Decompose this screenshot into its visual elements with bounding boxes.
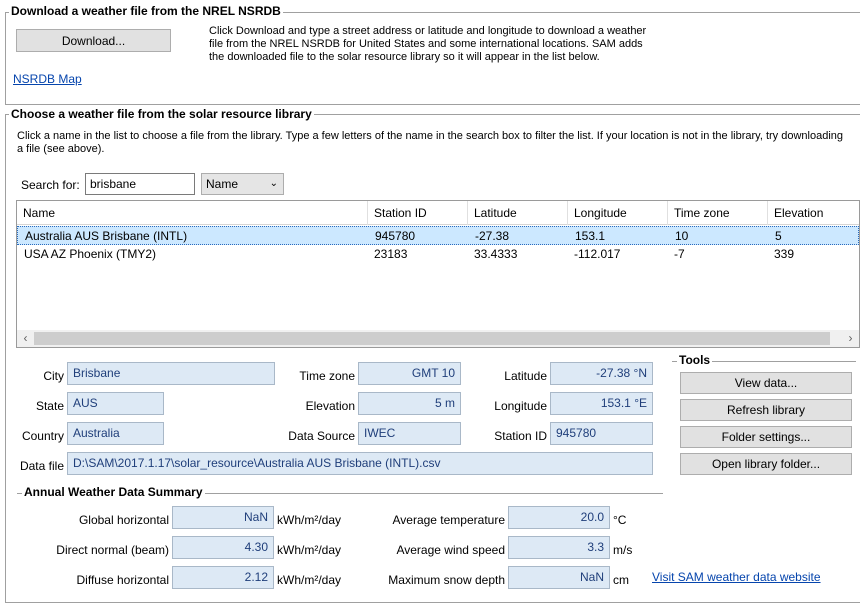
open-library-folder-button[interactable]: Open library folder... xyxy=(680,453,852,475)
scroll-right-icon[interactable]: › xyxy=(842,330,859,347)
search-input[interactable] xyxy=(85,173,195,195)
country-label: Country xyxy=(21,429,64,443)
nsrdb-group-left-border xyxy=(5,12,6,104)
nsrdb-description: Click Download and type a street address… xyxy=(209,25,647,63)
elevation-label: Elevation xyxy=(305,399,355,413)
cell-station-id: 23183 xyxy=(374,247,408,261)
nsrdb-map-link[interactable]: NSRDB Map xyxy=(13,72,82,86)
global-horizontal-field: NaN xyxy=(172,506,274,529)
city-label: City xyxy=(43,369,64,383)
search-field-value: Name xyxy=(206,177,239,191)
avg-wind-speed-field: 3.3 xyxy=(508,536,610,559)
max-snow-depth-label: Maximum snow depth xyxy=(388,573,505,587)
datafile-field: D:\SAM\2017.1.17\solar_resource\Australi… xyxy=(67,452,653,475)
cell-time-zone: -7 xyxy=(674,247,685,261)
direct-normal-unit: kWh/m²/day xyxy=(277,543,342,557)
column-header-elevation[interactable]: Elevation xyxy=(768,201,859,225)
weather-file-table[interactable]: Name Station ID Latitude Longitude Time … xyxy=(16,200,860,348)
column-header-longitude[interactable]: Longitude xyxy=(568,201,668,225)
summary-group-title: Annual Weather Data Summary xyxy=(22,485,205,499)
global-horizontal-label: Global horizontal xyxy=(78,513,169,527)
nsrdb-group-bottom-border xyxy=(5,104,860,105)
cell-elevation: 339 xyxy=(774,247,795,261)
datasource-label: Data Source xyxy=(288,429,355,443)
latitude-field: -27.38 °N xyxy=(550,362,653,385)
direct-normal-label: Direct normal (beam) xyxy=(56,543,169,557)
table-row[interactable]: USA AZ Phoenix (TMY2) 23183 33.4333 -112… xyxy=(17,245,859,264)
avg-temperature-label: Average temperature xyxy=(392,513,505,527)
diffuse-horizontal-field: 2.12 xyxy=(172,566,274,589)
cell-station-id: 945780 xyxy=(375,229,416,243)
global-horizontal-unit: kWh/m²/day xyxy=(277,513,342,527)
library-group-left-border xyxy=(5,114,6,602)
nsrdb-group-title: Download a weather file from the NREL NS… xyxy=(9,4,283,18)
column-header-name[interactable]: Name xyxy=(17,201,368,225)
scrollbar-thumb[interactable] xyxy=(34,332,830,345)
horizontal-scrollbar[interactable]: ‹ › xyxy=(17,330,859,347)
city-field: Brisbane xyxy=(67,362,275,385)
avg-wind-speed-label: Average wind speed xyxy=(396,543,505,557)
direct-normal-field: 4.30 xyxy=(172,536,274,559)
max-snow-depth-field: NaN xyxy=(508,566,610,589)
chevron-down-icon: ⌄ xyxy=(269,178,278,189)
stationid-field: 945780 xyxy=(550,422,653,445)
cell-latitude: 33.4333 xyxy=(474,247,518,261)
column-header-latitude[interactable]: Latitude xyxy=(468,201,568,225)
search-field-select[interactable]: Name ⌄ xyxy=(201,173,284,195)
cell-longitude: -112.017 xyxy=(574,247,621,261)
weather-website-link[interactable]: Visit SAM weather data website xyxy=(652,570,821,584)
library-group-bottom-border xyxy=(5,602,860,603)
cell-time-zone: 10 xyxy=(675,229,689,243)
avg-wind-speed-unit: m/s xyxy=(613,543,633,557)
folder-settings-button[interactable]: Folder settings... xyxy=(680,426,852,448)
cell-name: Australia AUS Brisbane (INTL) xyxy=(25,229,188,243)
cell-elevation: 5 xyxy=(775,229,782,243)
diffuse-horizontal-unit: kWh/m²/day xyxy=(277,573,342,587)
tools-group-title: Tools xyxy=(677,353,713,367)
datafile-label: Data file xyxy=(19,459,64,473)
timezone-label: Time zone xyxy=(299,369,355,383)
view-data-button[interactable]: View data... xyxy=(680,372,852,394)
avg-temperature-unit: °C xyxy=(613,513,627,527)
library-description: Click a name in the list to choose a fil… xyxy=(17,130,844,155)
refresh-library-button[interactable]: Refresh library xyxy=(680,399,852,421)
max-snow-depth-unit: cm xyxy=(613,573,629,587)
table-header: Name Station ID Latitude Longitude Time … xyxy=(17,201,859,225)
state-label: State xyxy=(35,399,64,413)
avg-temperature-field: 20.0 xyxy=(508,506,610,529)
cell-longitude: 153.1 xyxy=(575,229,606,243)
cell-name: USA AZ Phoenix (TMY2) xyxy=(24,247,157,261)
library-group-title: Choose a weather file from the solar res… xyxy=(9,107,314,121)
scroll-left-icon[interactable]: ‹ xyxy=(17,330,34,347)
search-label: Search for: xyxy=(21,178,80,192)
cell-latitude: -27.38 xyxy=(475,229,510,243)
diffuse-horizontal-label: Diffuse horizontal xyxy=(76,573,170,587)
column-header-time-zone[interactable]: Time zone xyxy=(668,201,768,225)
latitude-label: Latitude xyxy=(504,369,547,383)
timezone-field: GMT 10 xyxy=(358,362,461,385)
elevation-field: 5 m xyxy=(358,392,461,415)
column-header-station-id[interactable]: Station ID xyxy=(368,201,468,225)
table-row[interactable]: Australia AUS Brisbane (INTL) 945780 -27… xyxy=(17,226,859,245)
datasource-field: IWEC xyxy=(358,422,461,445)
longitude-label: Longitude xyxy=(494,399,547,413)
longitude-field: 153.1 °E xyxy=(550,392,653,415)
stationid-label: Station ID xyxy=(494,429,547,443)
download-button[interactable]: Download... xyxy=(16,29,171,52)
state-field: AUS xyxy=(67,392,164,415)
country-field: Australia xyxy=(67,422,164,445)
